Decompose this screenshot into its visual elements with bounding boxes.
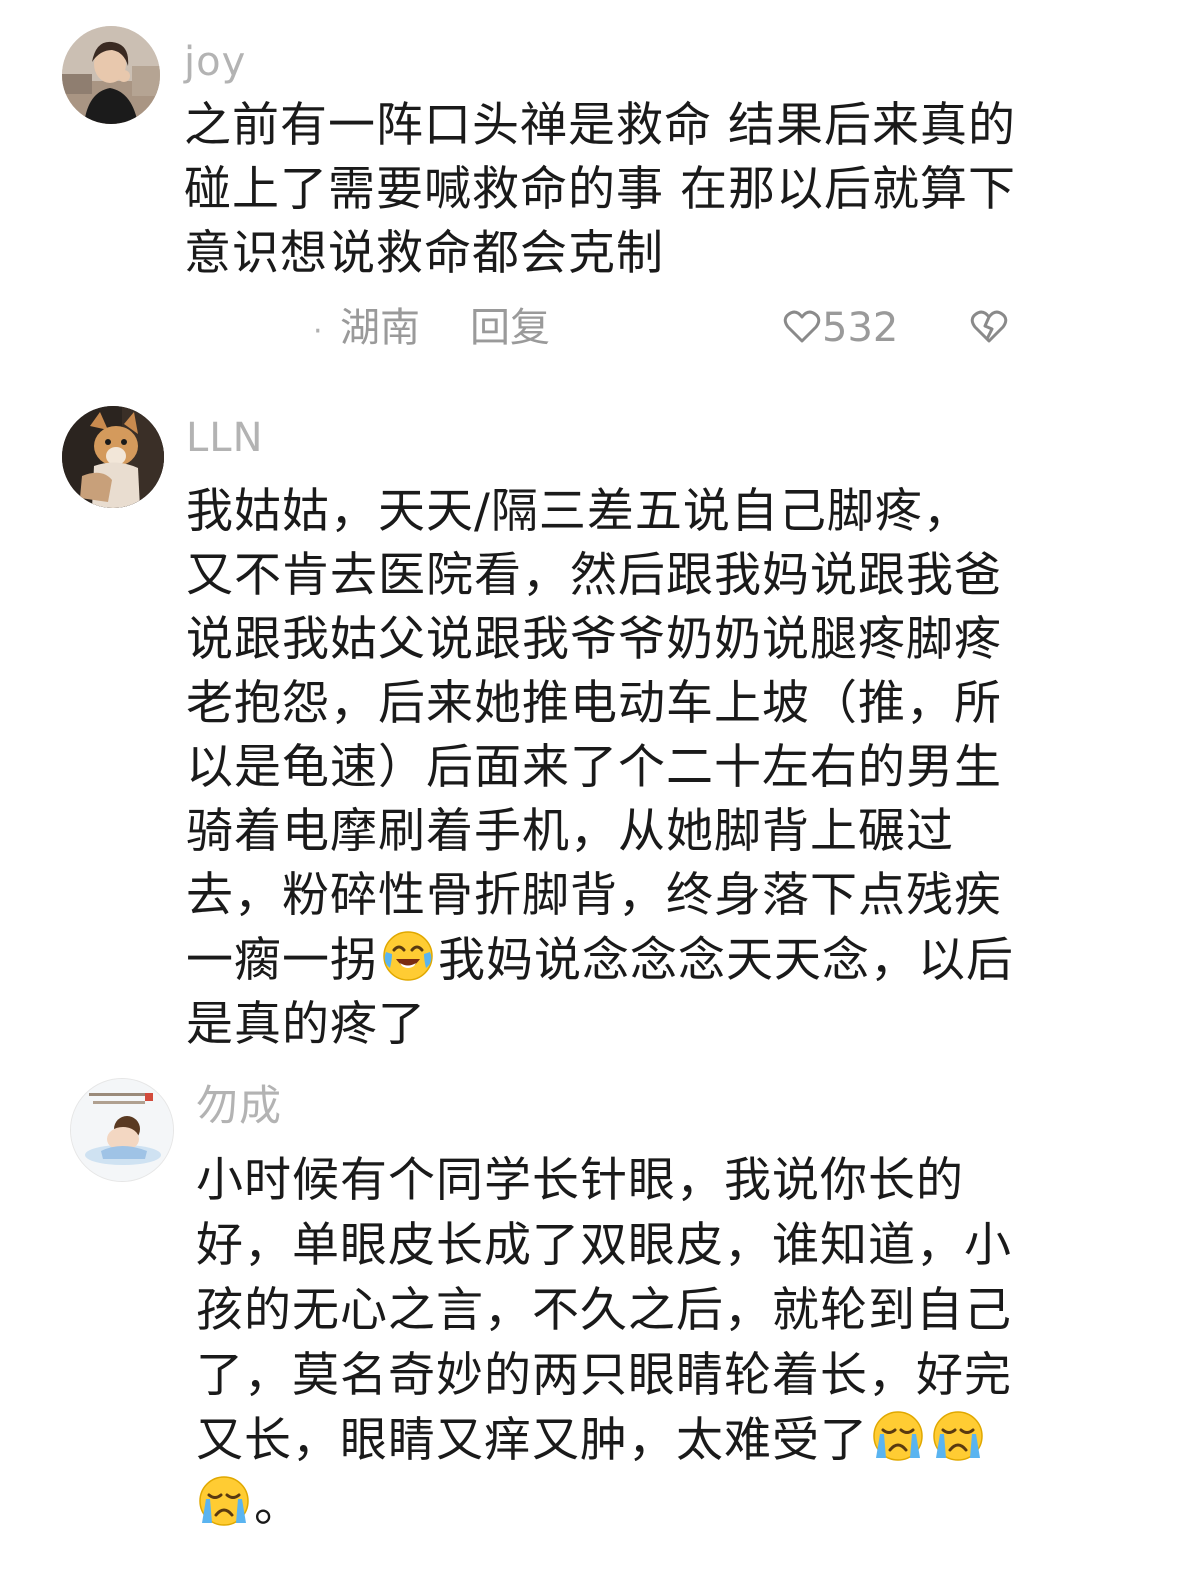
comment-text-line: 又不肯去医院看，然后跟我妈说跟我爸 xyxy=(186,548,1002,603)
comment-text: 我姑姑，天天/隔三差五说自己脚疼， 又不肯去医院看，然后跟我妈说跟我爸 说跟我姑… xyxy=(186,480,1014,1057)
text-segment: 又长，眼睛又痒又肿，太难受了 xyxy=(196,1413,868,1468)
comment-text-line: 之前有一阵口头禅是救命 结果后来真的 xyxy=(184,98,1016,153)
like-count: 532 xyxy=(822,305,899,351)
reply-button[interactable]: 回复 xyxy=(470,304,550,352)
baby-illustration-avatar-icon xyxy=(71,1079,173,1181)
text-segment: 一瘸一拐 xyxy=(186,933,378,988)
comment-text-line: 一瘸一拐 我妈说念念念天天念，以后 xyxy=(186,928,1014,993)
comment-text-line: 是真的疼了 xyxy=(186,997,426,1052)
crying-face-emoji-icon xyxy=(933,1411,983,1461)
username[interactable]: LLN xyxy=(186,414,264,462)
location-label: 湖南 xyxy=(340,305,420,351)
comment-text-line: 孩的无心之言，不久之后，就轮到自己 xyxy=(196,1283,1012,1338)
comment-text-line: 以是龟速）后面来了个二十左右的男生 xyxy=(186,740,1002,795)
comment-text-line: 骑着电摩刷着手机，从她脚背上碾过 xyxy=(186,804,954,859)
dog-photo-avatar-icon xyxy=(62,406,164,508)
comment-text: 小时候有个同学长针眼，我说你长的 好，单眼皮长成了双眼皮，谁知道，小 孩的无心之… xyxy=(196,1148,1012,1538)
avatar[interactable] xyxy=(62,406,164,508)
comment-text: 之前有一阵口头禅是救命 结果后来真的 碰上了需要喊救命的事 在那以后就算下 意识… xyxy=(184,94,1016,286)
text-segment: 。 xyxy=(254,1478,302,1533)
comment-text-line: 又长，眼睛又痒又肿，太难受了 xyxy=(196,1408,1012,1473)
comment-text-line: 。 xyxy=(196,1473,1012,1538)
comment-text-line: 好，单眼皮长成了双眼皮，谁知道，小 xyxy=(196,1218,1012,1273)
like-button[interactable]: 532 xyxy=(782,304,898,352)
username[interactable]: joy xyxy=(184,38,246,86)
comment-joy: joy 之前有一阵口头禅是救命 结果后来真的 碰上了需要喊救命的事 在那以后就算… xyxy=(0,0,1179,380)
comment-text-line: 去，粉碎性骨折脚背，终身落下点残疾 xyxy=(186,868,1002,923)
crying-face-emoji-icon xyxy=(199,1476,249,1526)
avatar[interactable] xyxy=(62,26,160,124)
comment-wucheng: 勿成 小时候有个同学长针眼，我说你长的 好，单眼皮长成了双眼皮，谁知道，小 孩的… xyxy=(0,1070,1179,1579)
heart-outline-icon xyxy=(783,310,821,343)
text-segment: 我妈说念念念天天念，以后 xyxy=(438,933,1014,988)
dislike-button[interactable] xyxy=(968,304,1010,352)
avatar[interactable] xyxy=(70,1078,174,1182)
comment-text-line: 我姑姑，天天/隔三差五说自己脚疼， xyxy=(186,484,971,539)
comment-text-line: 意识想说救命都会克制 xyxy=(184,226,664,281)
woman-photo-avatar-icon xyxy=(62,26,160,124)
tears-of-joy-emoji-icon xyxy=(383,931,433,981)
username[interactable]: 勿成 xyxy=(196,1082,282,1130)
comment-lln: LLN 我姑姑，天天/隔三差五说自己脚疼， 又不肯去医院看，然后跟我妈说跟我爸 … xyxy=(0,390,1179,1070)
crying-face-emoji-icon xyxy=(873,1411,923,1461)
broken-heart-icon xyxy=(970,310,1008,343)
comment-text-line: 了，莫名奇妙的两只眼睛轮着长，好完 xyxy=(196,1348,1012,1403)
comment-text-line: 碰上了需要喊救命的事 在那以后就算下 xyxy=(184,162,1016,217)
comment-text-line: 小时候有个同学长针眼，我说你长的 xyxy=(196,1153,964,1208)
comment-text-line: 说跟我姑父说跟我爷爷奶奶说腿疼脚疼 xyxy=(186,612,1002,667)
separator-dot: · xyxy=(313,314,323,349)
comment-text-line: 老抱怨，后来她推电动车上坡（推，所 xyxy=(186,676,1002,731)
